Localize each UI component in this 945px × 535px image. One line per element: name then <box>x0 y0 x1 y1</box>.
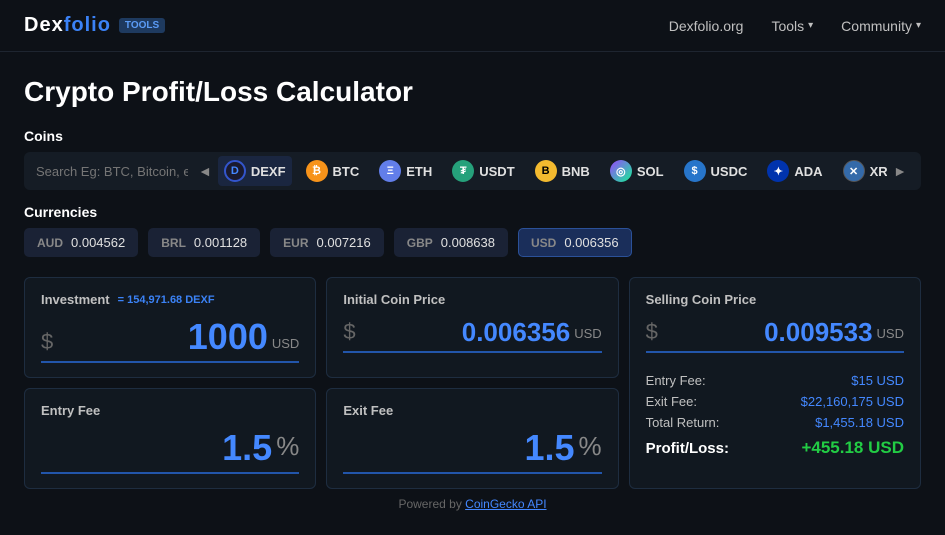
navbar-right: Dexfolio.org Tools ▾ Community ▾ <box>669 18 921 34</box>
calculator-section: Investment = 154,971.68 DEXF $ 1000 USD … <box>24 277 921 489</box>
selling-price-input-row: $ 0.009533 USD <box>646 319 904 353</box>
footer-text: Powered by <box>398 497 465 511</box>
exit-fee-unit: % <box>579 431 602 466</box>
main-content: Crypto Profit/Loss Calculator Coins ◄ D … <box>0 52 945 535</box>
exit-fee-input-row: 1.5 % <box>343 430 601 474</box>
exit-fee-result-label: Exit Fee: <box>646 394 697 409</box>
selling-price-unit: USD <box>877 326 904 345</box>
ada-symbol: ADA <box>794 164 822 179</box>
coin-item-eth[interactable]: Ξ ETH <box>373 156 438 186</box>
initial-price-unit: USD <box>574 326 601 345</box>
logo: Dexfolio <box>24 14 111 37</box>
nav-dexfolio-org[interactable]: Dexfolio.org <box>669 18 744 34</box>
coin-item-xrp[interactable]: ✕ XRP <box>837 156 888 186</box>
total-return-result-row: Total Return: $1,455.18 USD <box>646 415 904 430</box>
entry-fee-result-label: Entry Fee: <box>646 373 706 388</box>
coin-list: D DEXF ₿ BTC Ξ ETH ₮ USDT B BNB ◎ SOL <box>218 156 887 186</box>
entry-fee-label: Entry Fee <box>41 403 299 418</box>
tools-badge: Tools <box>119 18 165 33</box>
coin-item-ada[interactable]: ✦ ADA <box>761 156 828 186</box>
currency-brl[interactable]: BRL 0.001128 <box>148 228 260 257</box>
selling-price-card: Selling Coin Price $ 0.009533 USD Entry … <box>629 277 921 489</box>
xrp-symbol: XRP <box>870 164 888 179</box>
entry-fee-unit: % <box>276 431 299 466</box>
exit-fee-card: Exit Fee 1.5 % <box>326 388 618 489</box>
tools-chevron-icon: ▾ <box>808 20 813 31</box>
usdc-icon: $ <box>684 160 706 182</box>
exit-fee-result-row: Exit Fee: $22,160,175 USD <box>646 394 904 409</box>
profit-loss-label: Profit/Loss: <box>646 440 729 457</box>
coin-item-bnb[interactable]: B BNB <box>529 156 596 186</box>
coin-item-btc[interactable]: ₿ BTC <box>300 156 366 186</box>
investment-card: Investment = 154,971.68 DEXF $ 1000 USD <box>24 277 316 378</box>
selling-price-value[interactable]: 0.009533 <box>662 319 873 345</box>
currency-eur[interactable]: EUR 0.007216 <box>270 228 384 257</box>
currency-aud[interactable]: AUD 0.004562 <box>24 228 138 257</box>
coins-label: Coins <box>24 128 921 144</box>
usdt-symbol: USDT <box>479 164 514 179</box>
exit-fee-result-value: $22,160,175 USD <box>801 394 904 409</box>
investment-currency-sym: $ <box>41 331 53 355</box>
eth-symbol: ETH <box>406 164 432 179</box>
selling-price-label: Selling Coin Price <box>646 292 904 307</box>
dexf-icon: D <box>224 160 246 182</box>
selling-currency-sym: $ <box>646 321 658 345</box>
sol-icon: ◎ <box>610 160 632 182</box>
investment-value[interactable]: 1000 <box>57 319 268 355</box>
initial-price-card: Initial Coin Price $ 0.006356 USD <box>326 277 618 378</box>
navbar: Dexfolio Tools Dexfolio.org Tools ▾ Comm… <box>0 0 945 52</box>
coin-item-dexf[interactable]: D DEXF <box>218 156 292 186</box>
initial-price-label: Initial Coin Price <box>343 292 601 307</box>
currencies-label: Currencies <box>24 204 921 220</box>
results-section: Entry Fee: $15 USD Exit Fee: $22,160,175… <box>646 373 904 458</box>
eth-icon: Ξ <box>379 160 401 182</box>
currencies-row: AUD 0.004562 BRL 0.001128 EUR 0.007216 G… <box>24 228 921 257</box>
btc-symbol: BTC <box>333 164 360 179</box>
investment-equiv: = 154,971.68 DEXF <box>118 294 215 306</box>
total-return-result-value: $1,455.18 USD <box>815 415 904 430</box>
bnb-symbol: BNB <box>562 164 590 179</box>
entry-fee-result-row: Entry Fee: $15 USD <box>646 373 904 388</box>
profit-loss-row: Profit/Loss: +455.18 USD <box>646 438 904 458</box>
currency-gbp[interactable]: GBP 0.008638 <box>394 228 508 257</box>
navbar-left: Dexfolio Tools <box>24 14 165 37</box>
coins-row: ◄ D DEXF ₿ BTC Ξ ETH ₮ USDT B BNB <box>24 152 921 190</box>
nav-tools[interactable]: Tools ▾ <box>771 18 813 34</box>
entry-fee-input-row: 1.5 % <box>41 430 299 474</box>
usdc-symbol: USDC <box>711 164 748 179</box>
dexf-symbol: DEXF <box>251 164 286 179</box>
coin-item-usdt[interactable]: ₮ USDT <box>446 156 520 186</box>
investment-input-row: $ 1000 USD <box>41 319 299 363</box>
entry-fee-value[interactable]: 1.5 <box>41 430 272 466</box>
sol-symbol: SOL <box>637 164 664 179</box>
exit-fee-label: Exit Fee <box>343 403 601 418</box>
initial-price-input-row: $ 0.006356 USD <box>343 319 601 353</box>
initial-price-value[interactable]: 0.006356 <box>360 319 571 345</box>
community-chevron-icon: ▾ <box>916 20 921 31</box>
exit-fee-value[interactable]: 1.5 <box>343 430 574 466</box>
total-return-result-label: Total Return: <box>646 415 720 430</box>
nav-community[interactable]: Community ▾ <box>841 18 921 34</box>
currency-usd[interactable]: USD 0.006356 <box>518 228 632 257</box>
coin-item-usdc[interactable]: $ USDC <box>678 156 754 186</box>
page-title: Crypto Profit/Loss Calculator <box>24 76 921 108</box>
xrp-icon: ✕ <box>843 160 865 182</box>
ada-icon: ✦ <box>767 160 789 182</box>
bnb-icon: B <box>535 160 557 182</box>
initial-currency-sym: $ <box>343 321 355 345</box>
entry-fee-result-value: $15 USD <box>851 373 904 388</box>
coins-prev-arrow[interactable]: ◄ <box>192 163 218 179</box>
coingecko-link[interactable]: CoinGecko API <box>465 497 546 511</box>
coin-search-input[interactable] <box>32 158 192 185</box>
investment-unit: USD <box>272 336 299 355</box>
investment-label: Investment = 154,971.68 DEXF <box>41 292 299 307</box>
coin-item-sol[interactable]: ◎ SOL <box>604 156 670 186</box>
btc-icon: ₿ <box>306 160 328 182</box>
footer: Powered by CoinGecko API <box>24 489 921 519</box>
entry-fee-card: Entry Fee 1.5 % <box>24 388 316 489</box>
profit-loss-value: +455.18 USD <box>801 438 904 458</box>
coins-next-arrow[interactable]: ► <box>887 163 913 179</box>
usdt-icon: ₮ <box>452 160 474 182</box>
